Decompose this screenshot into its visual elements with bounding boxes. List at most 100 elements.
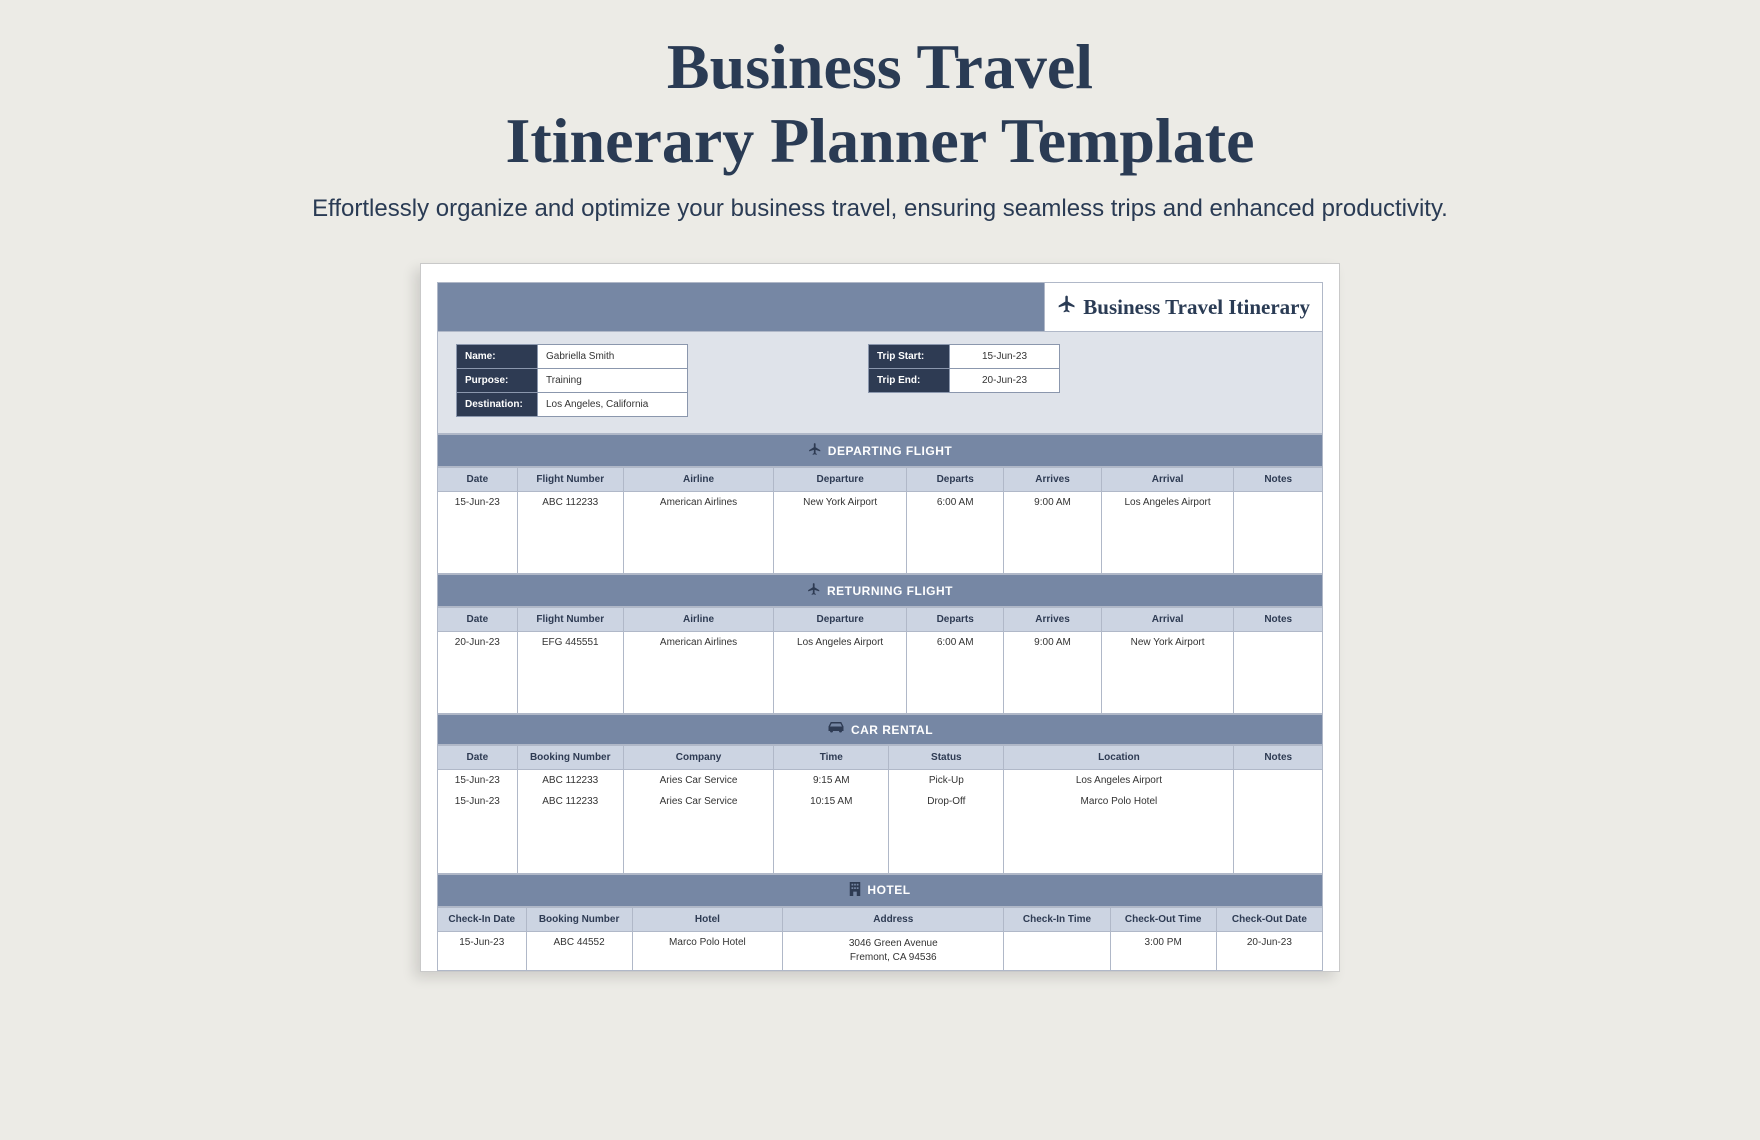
th: Airline (623, 468, 773, 492)
info-value: Gabriella Smith (538, 344, 688, 368)
th: Address (783, 907, 1004, 931)
document-header-text: Business Travel Itinerary (1083, 295, 1310, 320)
hero: Business Travel Itinerary Planner Templa… (312, 30, 1448, 223)
car-icon (827, 722, 845, 737)
section-car-rental: CAR RENTAL Date Booking Number Company T… (437, 714, 1323, 874)
th: Company (623, 746, 773, 770)
th: Notes (1234, 608, 1323, 632)
td: 3:00 PM (1110, 931, 1216, 970)
td: 9:00 AM (1004, 632, 1101, 714)
document-preview: Business Travel Itinerary Name: Gabriell… (420, 263, 1340, 972)
section-title: DEPARTING FLIGHT (437, 434, 1323, 467)
td: ABC 44552 (526, 931, 632, 970)
section-title-text: CAR RENTAL (851, 723, 933, 737)
th: Departure (774, 608, 907, 632)
info-value: 15-Jun-23 (950, 344, 1060, 368)
td: American Airlines (623, 492, 773, 574)
info-value: Los Angeles, California (538, 392, 688, 417)
section-title-text: RETURNING FLIGHT (827, 584, 953, 598)
table-car-rental: Date Booking Number Company Time Status … (437, 745, 1323, 874)
plane-icon (1057, 294, 1077, 320)
table-row: 20-Jun-23 EFG 445551 American Airlines L… (438, 632, 1323, 714)
info-row-trip-start: Trip Start: 15-Jun-23 (868, 344, 1060, 368)
th: Booking Number (526, 907, 632, 931)
td: Aries Car Service (623, 770, 773, 792)
th: Arrives (1004, 608, 1101, 632)
info-block-left: Name: Gabriella Smith Purpose: Training … (456, 344, 688, 417)
th: Airline (623, 608, 773, 632)
section-title-text: HOTEL (867, 883, 910, 897)
td: 3046 Green AvenueFremont, CA 94536 (783, 931, 1004, 970)
th: Check-Out Date (1216, 907, 1322, 931)
th: Time (774, 746, 889, 770)
table-row: 15-Jun-23 ABC 112233 Aries Car Service 1… (438, 791, 1323, 873)
document-header-title: Business Travel Itinerary (1044, 283, 1322, 331)
th: Departure (774, 468, 907, 492)
td (1234, 770, 1323, 792)
section-title: RETURNING FLIGHT (437, 574, 1323, 607)
td: Pick-Up (889, 770, 1004, 792)
td: New York Airport (1101, 632, 1234, 714)
info-label: Trip End: (868, 368, 950, 393)
td: Aries Car Service (623, 791, 773, 873)
info-label: Purpose: (456, 368, 538, 392)
info-row-purpose: Purpose: Training (456, 368, 688, 392)
td: 6:00 AM (907, 632, 1004, 714)
td: Los Angeles Airport (1004, 770, 1234, 792)
th: Departs (907, 608, 1004, 632)
table-row: 15-Jun-23 ABC 44552 Marco Polo Hotel 304… (438, 931, 1323, 970)
title-line-1: Business Travel (667, 31, 1093, 102)
document-header-bar: Business Travel Itinerary (437, 282, 1323, 332)
th: Arrives (1004, 468, 1101, 492)
section-title: HOTEL (437, 874, 1323, 907)
info-value: Training (538, 368, 688, 392)
th: Hotel (632, 907, 782, 931)
td: Marco Polo Hotel (632, 931, 782, 970)
page-title: Business Travel Itinerary Planner Templa… (312, 30, 1448, 177)
th: Booking Number (517, 746, 623, 770)
info-label: Destination: (456, 392, 538, 417)
th: Check-In Date (438, 907, 527, 931)
th: Flight Number (517, 468, 623, 492)
td: 20-Jun-23 (1216, 931, 1322, 970)
info-label: Trip Start: (868, 344, 950, 368)
td: Drop-Off (889, 791, 1004, 873)
building-icon (849, 882, 861, 899)
plane-icon (807, 582, 821, 599)
info-row-name: Name: Gabriella Smith (456, 344, 688, 368)
td: ABC 112233 (517, 791, 623, 873)
th: Date (438, 608, 518, 632)
td: Los Angeles Airport (774, 632, 907, 714)
table-header-row: Date Flight Number Airline Departure Dep… (438, 468, 1323, 492)
section-title: CAR RENTAL (437, 714, 1323, 745)
table-hotel: Check-In Date Booking Number Hotel Addre… (437, 907, 1323, 971)
td: ABC 112233 (517, 492, 623, 574)
th: Check-Out Time (1110, 907, 1216, 931)
td (1004, 931, 1110, 970)
table-returning-flight: Date Flight Number Airline Departure Dep… (437, 607, 1323, 714)
td: 15-Jun-23 (438, 931, 527, 970)
td: 6:00 AM (907, 492, 1004, 574)
td: 15-Jun-23 (438, 791, 518, 873)
section-title-text: DEPARTING FLIGHT (828, 444, 952, 458)
td: American Airlines (623, 632, 773, 714)
info-value: 20-Jun-23 (950, 368, 1060, 393)
table-header-row: Check-In Date Booking Number Hotel Addre… (438, 907, 1323, 931)
td: 20-Jun-23 (438, 632, 518, 714)
info-row-destination: Destination: Los Angeles, California (456, 392, 688, 417)
th: Flight Number (517, 608, 623, 632)
td (1234, 492, 1323, 574)
table-row: 15-Jun-23 ABC 112233 Aries Car Service 9… (438, 770, 1323, 792)
th: Location (1004, 746, 1234, 770)
td: 15-Jun-23 (438, 770, 518, 792)
th: Notes (1234, 746, 1323, 770)
table-header-row: Date Booking Number Company Time Status … (438, 746, 1323, 770)
page-subtitle: Effortlessly organize and optimize your … (312, 195, 1448, 223)
info-row-trip-end: Trip End: 20-Jun-23 (868, 368, 1060, 393)
td: EFG 445551 (517, 632, 623, 714)
section-returning-flight: RETURNING FLIGHT Date Flight Number Airl… (437, 574, 1323, 714)
plane-icon (808, 442, 822, 459)
td: ABC 112233 (517, 770, 623, 792)
info-label: Name: (456, 344, 538, 368)
td: 10:15 AM (774, 791, 889, 873)
